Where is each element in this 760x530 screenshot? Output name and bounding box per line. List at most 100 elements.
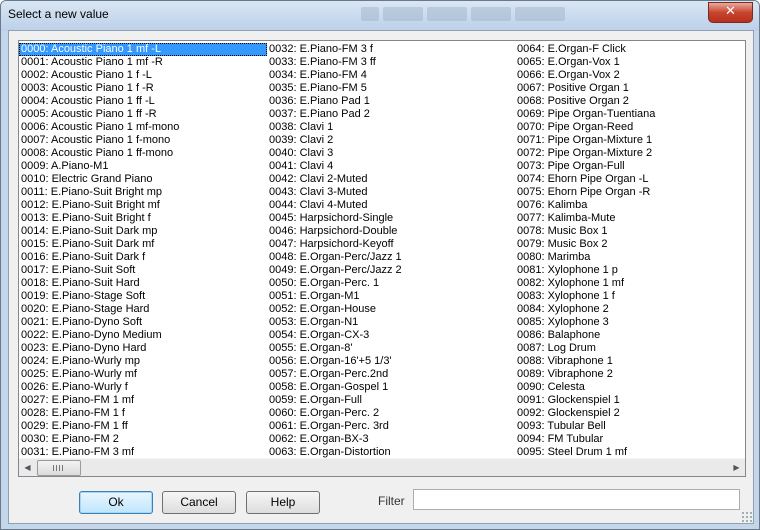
list-item[interactable]: 0066: E.Organ-Vox 2 [515, 69, 745, 82]
list-item[interactable]: 0068: Positive Organ 2 [515, 95, 745, 108]
list-item[interactable]: 0008: Acoustic Piano 1 ff-mono [19, 147, 267, 160]
list-item[interactable]: 0092: Glockenspiel 2 [515, 407, 745, 420]
list-item[interactable]: 0034: E.Piano-FM 4 [267, 69, 515, 82]
list-item[interactable]: 0072: Pipe Organ-Mixture 2 [515, 147, 745, 160]
list-item[interactable]: 0067: Positive Organ 1 [515, 82, 745, 95]
list-item[interactable]: 0015: E.Piano-Suit Dark mf [19, 238, 267, 251]
list-item[interactable]: 0061: E.Organ-Perc. 3rd [267, 420, 515, 433]
list-item[interactable]: 0089: Vibraphone 2 [515, 368, 745, 381]
list-item[interactable]: 0039: Clavi 2 [267, 134, 515, 147]
list-item[interactable]: 0010: Electric Grand Piano [19, 173, 267, 186]
list-item[interactable]: 0024: E.Piano-Wurly mp [19, 355, 267, 368]
scroll-left-arrow-icon[interactable]: ◀ [19, 459, 36, 476]
list-item[interactable]: 0090: Celesta [515, 381, 745, 394]
list-item[interactable]: 0037: E.Piano Pad 2 [267, 108, 515, 121]
list-item[interactable]: 0076: Kalimba [515, 199, 745, 212]
list-item[interactable]: 0030: E.Piano-FM 2 [19, 433, 267, 446]
value-listbox[interactable]: 0000: Acoustic Piano 1 mf -L 0001: Acoust… [18, 40, 746, 477]
list-item[interactable]: 0011: E.Piano-Suit Bright mp [19, 186, 267, 199]
list-item[interactable]: 0019: E.Piano-Stage Soft [19, 290, 267, 303]
list-item[interactable]: 0081: Xylophone 1 p [515, 264, 745, 277]
list-item[interactable]: 0018: E.Piano-Suit Hard [19, 277, 267, 290]
list-item[interactable]: 0074: Ehorn Pipe Organ -L [515, 173, 745, 186]
list-item[interactable]: 0057: E.Organ-Perc.2nd [267, 368, 515, 381]
list-item[interactable]: 0028: E.Piano-FM 1 f [19, 407, 267, 420]
list-item[interactable]: 0055: E.Organ-8' [267, 342, 515, 355]
list-item[interactable]: 0040: Clavi 3 [267, 147, 515, 160]
horizontal-scrollbar[interactable]: ◀ ▶ [19, 458, 745, 476]
list-item[interactable]: 0062: E.Organ-BX-3 [267, 433, 515, 446]
list-item[interactable]: 0046: Harpsichord-Double [267, 225, 515, 238]
list-item[interactable]: 0026: E.Piano-Wurly f [19, 381, 267, 394]
list-item[interactable]: 0047: Harpsichord-Keyoff [267, 238, 515, 251]
list-item[interactable]: 0078: Music Box 1 [515, 225, 745, 238]
list-item[interactable]: 0001: Acoustic Piano 1 mf -R [19, 56, 267, 69]
list-item[interactable]: 0050: E.Organ-Perc. 1 [267, 277, 515, 290]
list-item[interactable]: 0012: E.Piano-Suit Bright mf [19, 199, 267, 212]
list-item[interactable]: 0029: E.Piano-FM 1 ff [19, 420, 267, 433]
list-item[interactable]: 0005: Acoustic Piano 1 ff -R [19, 108, 267, 121]
title-bar[interactable]: Select a new value ✕ [1, 1, 759, 31]
list-item[interactable]: 0087: Log Drum [515, 342, 745, 355]
list-item[interactable]: 0041: Clavi 4 [267, 160, 515, 173]
list-item[interactable]: 0007: Acoustic Piano 1 f-mono [19, 134, 267, 147]
list-item[interactable]: 0088: Vibraphone 1 [515, 355, 745, 368]
list-item[interactable]: 0070: Pipe Organ-Reed [515, 121, 745, 134]
ok-button[interactable]: Ok [79, 491, 153, 514]
list-item[interactable]: 0033: E.Piano-FM 3 ff [267, 56, 515, 69]
list-item[interactable]: 0023: E.Piano-Dyno Hard [19, 342, 267, 355]
list-item[interactable]: 0094: FM Tubular [515, 433, 745, 446]
list-item[interactable]: 0004: Acoustic Piano 1 ff -L [19, 95, 267, 108]
list-item[interactable]: 0080: Marimba [515, 251, 745, 264]
list-item[interactable]: 0022: E.Piano-Dyno Medium [19, 329, 267, 342]
list-item[interactable]: 0003: Acoustic Piano 1 f -R [19, 82, 267, 95]
list-item[interactable]: 0052: E.Organ-House [267, 303, 515, 316]
list-item[interactable]: 0016: E.Piano-Suit Dark f [19, 251, 267, 264]
list-item[interactable]: 0009: A.Piano-M1 [19, 160, 267, 173]
list-item[interactable]: 0036: E.Piano Pad 1 [267, 95, 515, 108]
list-item[interactable]: 0086: Balaphone [515, 329, 745, 342]
list-item[interactable]: 0013: E.Piano-Suit Bright f [19, 212, 267, 225]
list-item[interactable]: 0048: E.Organ-Perc/Jazz 1 [267, 251, 515, 264]
list-item[interactable]: 0058: E.Organ-Gospel 1 [267, 381, 515, 394]
list-item[interactable]: 0032: E.Piano-FM 3 f [267, 43, 515, 56]
list-item[interactable]: 0021: E.Piano-Dyno Soft [19, 316, 267, 329]
list-item[interactable]: 0093: Tubular Bell [515, 420, 745, 433]
list-item[interactable]: 0056: E.Organ-16'+5 1/3' [267, 355, 515, 368]
list-item[interactable]: 0045: Harpsichord-Single [267, 212, 515, 225]
list-item[interactable]: 0027: E.Piano-FM 1 mf [19, 394, 267, 407]
list-item[interactable]: 0079: Music Box 2 [515, 238, 745, 251]
cancel-button[interactable]: Cancel [162, 491, 236, 514]
list-item[interactable]: 0049: E.Organ-Perc/Jazz 2 [267, 264, 515, 277]
list-item[interactable]: 0038: Clavi 1 [267, 121, 515, 134]
list-item[interactable]: 0044: Clavi 4-Muted [267, 199, 515, 212]
list-item[interactable]: 0085: Xylophone 3 [515, 316, 745, 329]
list-item[interactable]: 0064: E.Organ-F Click [515, 43, 745, 56]
list-item[interactable]: 0025: E.Piano-Wurly mf [19, 368, 267, 381]
help-button[interactable]: Help [246, 491, 320, 514]
list-item[interactable]: 0059: E.Organ-Full [267, 394, 515, 407]
list-item[interactable]: 0053: E.Organ-N1 [267, 316, 515, 329]
list-item[interactable]: 0035: E.Piano-FM 5 [267, 82, 515, 95]
list-item[interactable]: 0042: Clavi 2-Muted [267, 173, 515, 186]
resize-grip-icon[interactable] [741, 511, 752, 522]
close-button[interactable]: ✕ [708, 2, 753, 23]
list-item[interactable]: 0083: Xylophone 1 f [515, 290, 745, 303]
list-item[interactable]: 0020: E.Piano-Stage Hard [19, 303, 267, 316]
list-item[interactable]: 0054: E.Organ-CX-3 [267, 329, 515, 342]
list-item[interactable]: 0069: Pipe Organ-Tuentiana [515, 108, 745, 121]
list-item[interactable]: 0017: E.Piano-Suit Soft [19, 264, 267, 277]
scrollbar-thumb[interactable] [37, 460, 81, 476]
list-item[interactable]: 0091: Glockenspiel 1 [515, 394, 745, 407]
list-item[interactable]: 0006: Acoustic Piano 1 mf-mono [19, 121, 267, 134]
list-item[interactable]: 0077: Kalimba-Mute [515, 212, 745, 225]
list-item[interactable]: 0082: Xylophone 1 mf [515, 277, 745, 290]
list-item[interactable]: 0002: Acoustic Piano 1 f -L [19, 69, 267, 82]
list-item[interactable]: 0014: E.Piano-Suit Dark mp [19, 225, 267, 238]
list-item[interactable]: 0051: E.Organ-M1 [267, 290, 515, 303]
list-item[interactable]: 0000: Acoustic Piano 1 mf -L [19, 43, 267, 56]
list-item[interactable]: 0071: Pipe Organ-Mixture 1 [515, 134, 745, 147]
list-item[interactable]: 0065: E.Organ-Vox 1 [515, 56, 745, 69]
list-item[interactable]: 0073: Pipe Organ-Full [515, 160, 745, 173]
filter-input[interactable] [413, 489, 740, 510]
